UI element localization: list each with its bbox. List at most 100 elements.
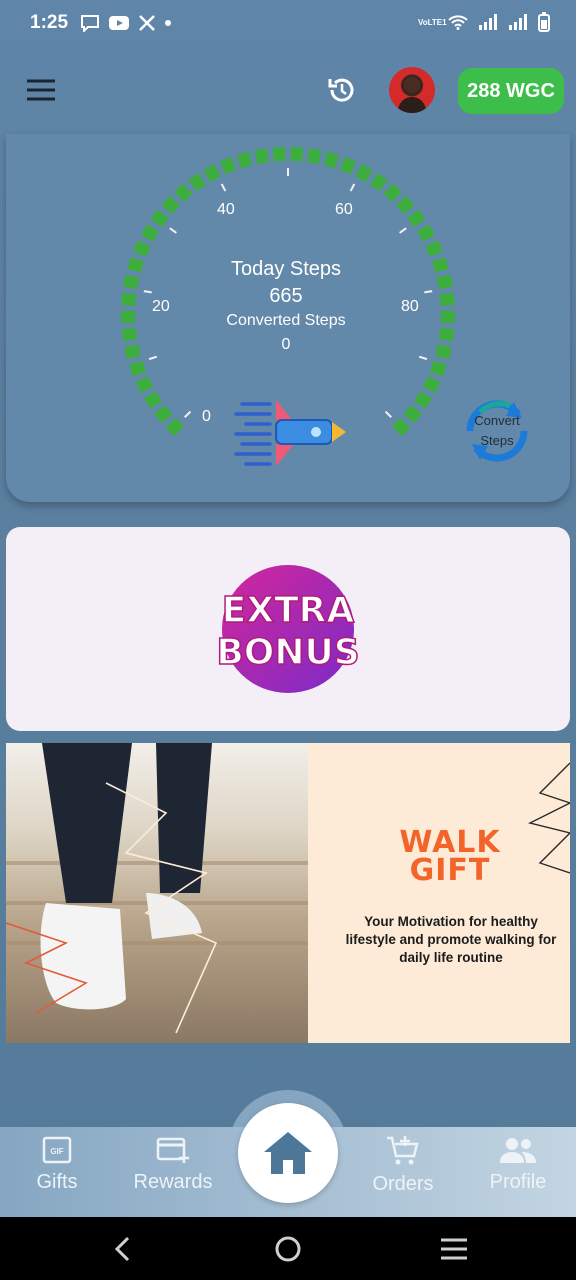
gauge-segment: [431, 257, 449, 273]
nav-label-profile: Profile: [489, 1171, 547, 1193]
nav-item-gifts[interactable]: GIF Gifts: [12, 1135, 102, 1194]
gauge-segment: [391, 417, 411, 437]
gauge-segment: [128, 360, 147, 377]
gauge-segment: [407, 209, 426, 228]
walking-photo: [6, 743, 308, 1043]
nav-item-profile[interactable]: Profile: [473, 1135, 563, 1194]
gauge-segment: [161, 195, 181, 215]
walk-gift-tagline: Your Motivation for healthy lifestyle an…: [326, 913, 570, 967]
gauge-segment: [422, 376, 441, 394]
gauge-segment: [355, 164, 373, 183]
x-icon: [139, 15, 155, 31]
gauge-segment: [174, 183, 193, 203]
steps-gauge-card: 0 20 40 60 80 Today Steps 665 Converted …: [6, 134, 570, 502]
convert-steps-button[interactable]: Convert Steps: [460, 394, 534, 468]
signal-icon: [479, 14, 497, 30]
gauge-segment: [403, 405, 423, 424]
menu-icon[interactable]: [26, 78, 56, 102]
gif-icon: GIF: [42, 1136, 72, 1164]
gauge-segment: [438, 327, 455, 342]
gauge-tick: [184, 410, 192, 418]
notification-icons: [80, 14, 172, 32]
gauge-tick: [220, 183, 227, 192]
coin-balance-badge[interactable]: 288 WGC: [458, 68, 564, 114]
youtube-icon: [109, 16, 129, 30]
people-icon: [500, 1138, 536, 1163]
gauge-segment: [203, 164, 221, 183]
today-steps-title: Today Steps: [230, 258, 342, 280]
gauge-tick: [384, 410, 392, 418]
svg-text:GIF: GIF: [50, 1147, 63, 1156]
bonus-line-1: EXTRA: [222, 590, 355, 631]
gauge-segment: [440, 310, 456, 324]
gauge-segment: [429, 360, 448, 377]
gauge-segment: [121, 327, 138, 342]
gauge-segment: [290, 146, 304, 162]
gauge-tick: [418, 355, 428, 361]
gauge-segment: [123, 274, 140, 290]
battery-icon: [538, 12, 550, 32]
system-icons: VoLTE1: [418, 12, 550, 32]
nav-label-gifts: Gifts: [36, 1171, 78, 1193]
status-bar: 1:25 VoLTE1: [0, 0, 576, 48]
cart-add-icon: [387, 1136, 419, 1165]
gauge-segment: [165, 417, 185, 437]
gauge-segment: [272, 146, 286, 162]
refresh-icon[interactable]: [326, 74, 358, 106]
gauge-segment: [369, 173, 388, 192]
home-circle-icon[interactable]: [274, 1235, 302, 1263]
gauge-segment: [133, 240, 151, 258]
gauge-tick: [143, 290, 152, 294]
gauge-label-0: 0: [202, 408, 211, 425]
walk-gift-banner[interactable]: WALK GIFT Your Motivation for healthy li…: [6, 743, 570, 1043]
gauge-label-60: 60: [335, 201, 353, 218]
nav-label-orders: Orders: [372, 1173, 434, 1195]
nav-label-rewards: Rewards: [133, 1171, 213, 1193]
bonus-line-2: BONUS: [218, 632, 358, 673]
gauge-tick: [399, 227, 407, 234]
gauge-segment: [135, 376, 154, 394]
convert-steps-label: Convert Steps: [474, 413, 520, 448]
gauge-tick: [169, 227, 177, 234]
gauge-segment: [439, 292, 455, 307]
chat-icon: [81, 15, 99, 32]
walk-gift-panel: WALK GIFT Your Motivation for healthy li…: [308, 743, 570, 1043]
gauge-segment: [153, 405, 173, 424]
dot-icon: [165, 20, 171, 26]
gauge-segment: [383, 183, 402, 203]
gauge-segment: [237, 151, 253, 169]
gauge-segment: [143, 391, 163, 409]
walk-tagline-3: daily life routine: [399, 950, 503, 965]
walk-title-line-2: GIFT: [409, 853, 491, 888]
gauge-segment: [307, 148, 322, 165]
nav-item-orders[interactable]: Orders: [358, 1135, 448, 1196]
avatar[interactable]: [389, 67, 435, 113]
gauge-segment: [219, 156, 237, 175]
status-time: 1:25: [30, 12, 69, 33]
recents-icon[interactable]: [440, 1237, 468, 1261]
gauge-label-80: 80: [401, 298, 419, 315]
nav-item-rewards[interactable]: Rewards: [128, 1135, 218, 1194]
walk-tagline-1: Your Motivation for healthy: [364, 914, 538, 929]
app-bar: 288 WGC: [0, 60, 576, 122]
walk-tagline-2: lifestyle and promote walking for: [345, 932, 557, 947]
gauge-tick: [349, 183, 356, 192]
gauge-readout: Today Steps 665 Converted Steps 0: [186, 258, 386, 354]
gauge-tick: [148, 355, 158, 361]
volte-label: VoLTE1: [418, 17, 447, 27]
extra-bonus-card[interactable]: EXTRA BONUS: [6, 527, 570, 731]
gauge-segment: [124, 344, 141, 360]
gauge-label-20: 20: [152, 298, 170, 315]
nav-item-home[interactable]: [238, 1103, 338, 1203]
gauge-segment: [436, 274, 453, 290]
home-icon: [264, 1132, 312, 1174]
gauge-tick: [424, 290, 433, 294]
signal-icon: [509, 14, 527, 30]
wifi-icon: [448, 15, 468, 30]
gauge-segment: [254, 148, 269, 165]
gauge-segment: [395, 195, 415, 215]
back-icon[interactable]: [110, 1235, 136, 1263]
gauge-segment: [121, 292, 137, 307]
gauge-segment: [140, 224, 159, 242]
gauge-segment: [127, 257, 145, 273]
